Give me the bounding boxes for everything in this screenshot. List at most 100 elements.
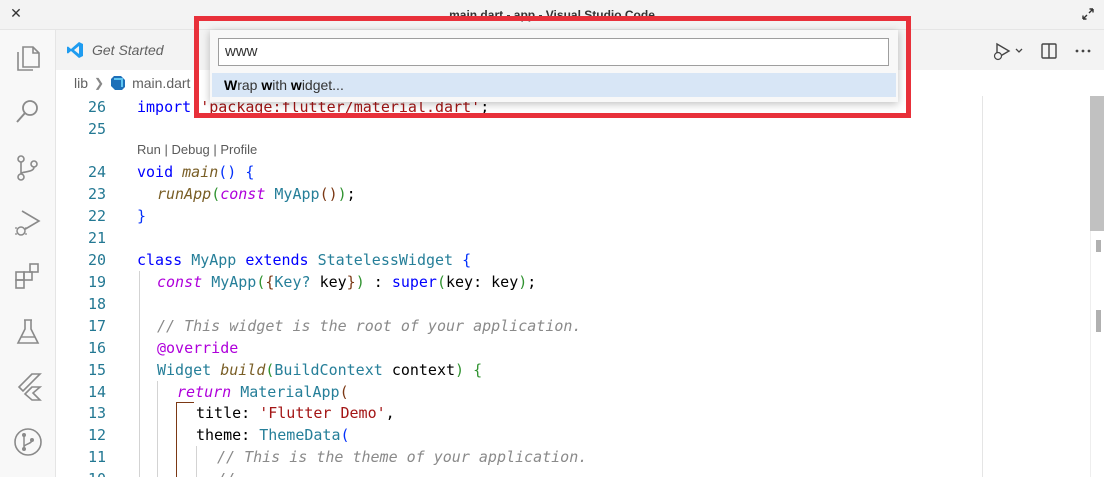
explorer-icon[interactable] [12, 42, 44, 74]
maximize-icon[interactable] [1080, 6, 1096, 22]
code-line-17: // This widget is the root of your appli… [157, 315, 581, 337]
indent-guide [196, 446, 197, 477]
code-line-19: const MyApp({Key? key}) : super(key: key… [157, 271, 536, 293]
function-name: main [182, 163, 219, 181]
line-number: 22 [87, 207, 106, 225]
code-line-10: // [217, 468, 235, 477]
code-line-15: Widget build(BuildContext context) { [157, 359, 482, 381]
code-line-12: theme: ThemeData( [196, 424, 350, 446]
punct: ; [527, 273, 537, 291]
punct: ( [211, 185, 221, 203]
class-name: MyApp [211, 273, 257, 291]
scrollbar-thumb[interactable] [1090, 96, 1104, 231]
punct: ( [436, 273, 446, 291]
punct: , [385, 404, 395, 422]
split-editor-icon[interactable] [1038, 40, 1060, 62]
keyword: void [137, 163, 174, 181]
code-line-11: // This is the theme of your application… [217, 446, 587, 468]
operator: : [364, 273, 392, 291]
class-name: BuildContext [274, 361, 383, 379]
line-number: 20 [87, 251, 106, 269]
breadcrumb-file[interactable]: main.dart [132, 75, 190, 91]
testing-icon[interactable] [12, 316, 44, 348]
punct: ; [346, 185, 356, 203]
scrollbar-marker [1096, 240, 1101, 252]
punct: ( [340, 426, 350, 444]
tab-get-started[interactable]: Get Started [56, 30, 194, 70]
tab-label: Get Started [92, 42, 164, 58]
codelens-debug[interactable]: Debug [171, 142, 209, 157]
dart-file-icon [111, 76, 126, 90]
git-graph-icon[interactable] [12, 426, 44, 458]
keyword: const [220, 185, 266, 203]
scrollbar-marker [1096, 310, 1101, 332]
code-line-14: return MaterialApp( [177, 381, 349, 403]
run-debug-icon[interactable] [12, 206, 44, 238]
class-name: MyApp [274, 185, 320, 203]
punct: } [346, 273, 356, 291]
codelens-separator: | [160, 142, 172, 157]
line-number: 18 [87, 295, 106, 313]
editor-actions [992, 40, 1094, 62]
keyword: extends [245, 251, 309, 269]
code-line-22: } [137, 205, 146, 227]
keyword: super [391, 273, 437, 291]
line-number: 21 [87, 229, 106, 247]
punct: { [462, 251, 472, 269]
line-number: 24 [87, 163, 106, 181]
comment: // This is the theme of your application… [217, 448, 588, 466]
punct: ) [355, 273, 365, 291]
line-number: 25 [87, 120, 106, 138]
code-line-23: runApp(const MyApp()); [157, 183, 356, 205]
comment: // This widget is the root of your appli… [157, 317, 582, 335]
extensions-icon[interactable] [12, 260, 44, 292]
punct: ( [339, 383, 349, 401]
codelens-run[interactable]: Run [137, 142, 161, 157]
punct: () [319, 185, 338, 203]
punct: ) [455, 361, 465, 379]
code-line-20: class MyApp extends StatelessWidget { [137, 249, 471, 271]
codelens-separator: | [209, 142, 221, 157]
source-control-icon[interactable] [12, 152, 44, 184]
class-name: Widget [157, 361, 212, 379]
keyword: class [137, 251, 183, 269]
indent-guide [139, 271, 140, 477]
keyword: import [137, 98, 192, 116]
identifier: theme: [196, 426, 260, 444]
line-number: 14 [87, 383, 106, 401]
class-name: Key? [274, 273, 311, 291]
keyword: return [177, 383, 232, 401]
line-number: 19 [87, 273, 106, 291]
search-icon[interactable] [12, 96, 44, 128]
identifier: key: key [446, 273, 519, 291]
code-editor[interactable]: 26 25 24 23 22 21 20 19 18 17 16 15 14 1… [56, 96, 1104, 477]
run-debug-dropdown-icon[interactable] [992, 40, 1026, 62]
line-number: 11 [87, 448, 106, 466]
code-line-16: @override [157, 337, 238, 359]
identifier: title: [196, 404, 260, 422]
annotation: @override [157, 339, 239, 357]
line-number: 23 [87, 185, 106, 203]
chevron-right-icon: ❯ [94, 76, 105, 90]
identifier: key [319, 273, 347, 291]
more-actions-icon[interactable] [1072, 40, 1094, 62]
line-number: 17 [87, 317, 106, 335]
vscode-window: ✕ main.dart - app - Visual Studio Code G… [0, 0, 1104, 477]
keyword: const [157, 273, 203, 291]
function-name: runApp [157, 185, 212, 203]
function-name: build [220, 361, 266, 379]
punct: { [473, 361, 483, 379]
punct: ) [337, 185, 347, 203]
class-name: ThemeData [259, 426, 341, 444]
breadcrumb-folder[interactable]: lib [74, 75, 88, 91]
class-name: StatelessWidget [317, 251, 454, 269]
codelens-profile[interactable]: Profile [220, 142, 257, 157]
code-line-24: void main() { [137, 161, 254, 183]
comment: // [217, 470, 235, 477]
line-number: 15 [87, 361, 106, 379]
line-number: 13 [87, 404, 106, 422]
punct: { [245, 163, 255, 181]
flutter-icon[interactable] [12, 370, 44, 402]
activity-bar [0, 30, 56, 477]
